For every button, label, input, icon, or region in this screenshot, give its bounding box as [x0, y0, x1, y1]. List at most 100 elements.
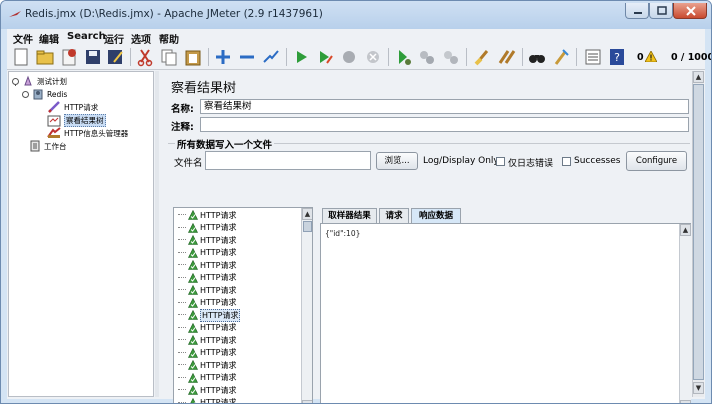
tab-request[interactable]: 请求 [379, 208, 409, 223]
result-row[interactable]: HTTP请求 [174, 297, 300, 309]
comment-field[interactable] [200, 117, 689, 132]
result-row[interactable]: HTTP请求 [174, 397, 300, 404]
result-label: HTTP请求 [200, 285, 237, 295]
tree-connector [178, 276, 186, 279]
log-display-label: Log/Display Only: [423, 156, 502, 166]
copy-icon[interactable] [159, 47, 179, 67]
listener-icon [47, 115, 61, 126]
clear-all-icon[interactable] [497, 47, 517, 67]
split-pane-divider[interactable] [155, 71, 159, 397]
menu-search[interactable]: Search [67, 31, 106, 42]
result-row[interactable]: HTTP请求 [174, 322, 300, 334]
scroll-down-button[interactable]: ▼ [693, 382, 704, 394]
panel-scrollbar[interactable]: ▲ ▼ [692, 71, 704, 397]
result-row[interactable]: HTTP请求 [174, 384, 300, 396]
scroll-up-button[interactable]: ▲ [680, 224, 691, 236]
result-row[interactable]: HTTP请求 [174, 284, 300, 296]
collapse-icon[interactable] [237, 47, 257, 67]
tree-node-view-results-tree[interactable]: 察看结果树 [47, 114, 106, 127]
tree-node-workbench[interactable]: 工作台 [29, 140, 67, 152]
result-row[interactable]: HTTP请求 [174, 334, 300, 346]
result-row[interactable]: HTTP请求 [174, 272, 300, 284]
tree-node-header-manager[interactable]: HTTP信息头管理器 [47, 127, 128, 139]
reset-search-icon[interactable] [551, 47, 571, 67]
result-row[interactable]: HTTP请求 [174, 372, 300, 384]
search-icon[interactable] [527, 47, 547, 67]
save-as-icon[interactable] [105, 47, 125, 67]
result-label: HTTP请求 [200, 223, 237, 232]
toggle-icon[interactable] [261, 47, 281, 67]
stop-icon[interactable] [339, 47, 359, 67]
tree-node-redis[interactable]: Redis [21, 88, 67, 100]
result-row[interactable]: HTTP请求 [174, 308, 300, 322]
menu-run[interactable]: 运行 [104, 31, 124, 46]
scroll-up-button[interactable]: ▲ [302, 208, 312, 220]
result-row[interactable]: HTTP请求 [174, 347, 300, 359]
result-row[interactable]: HTTP请求 [174, 359, 300, 371]
response-body[interactable]: {"id":10} [325, 229, 360, 238]
menu-file[interactable]: 文件 [13, 31, 33, 46]
result-row[interactable]: HTTP请求 [174, 247, 300, 259]
tree-connector [178, 364, 186, 366]
success-status-icon [188, 322, 198, 333]
paste-icon[interactable] [183, 47, 203, 67]
name-field[interactable]: 察看结果树 [200, 99, 689, 114]
result-row[interactable]: HTTP请求 [174, 222, 300, 234]
maximize-button[interactable] [649, 3, 673, 19]
successes-checkbox[interactable] [562, 157, 571, 166]
close-file-icon[interactable] [59, 47, 79, 67]
tree-node-label: HTTP请求 [64, 102, 99, 112]
filename-input[interactable] [205, 151, 371, 170]
result-label: HTTP请求 [200, 398, 237, 404]
success-status-icon [188, 347, 198, 358]
remote-stop-icon[interactable] [417, 47, 437, 67]
page-title: 察看结果树 [171, 81, 237, 96]
result-row[interactable]: HTTP请求 [174, 209, 300, 221]
result-row[interactable]: HTTP请求 [174, 259, 300, 271]
result-row[interactable]: HTTP请求 [174, 234, 300, 246]
success-status-icon [188, 385, 198, 395]
browse-button[interactable]: 浏览... [376, 152, 418, 170]
list-scrollbar[interactable]: ▲ ▼ [301, 208, 312, 403]
tree-node-test-plan[interactable]: 测试计划 [11, 75, 67, 87]
title-bar[interactable]: Redis.jmx (D:\Redis.jmx) - Apache JMeter… [1, 1, 711, 29]
start-no-pause-icon[interactable] [315, 47, 335, 67]
response-scrollbar[interactable]: ▲ ▼ [679, 224, 691, 403]
start-icon[interactable] [291, 47, 311, 67]
expand-icon[interactable] [213, 47, 233, 67]
function-helper-icon[interactable] [583, 47, 603, 67]
jmeter-window: Redis.jmx (D:\Redis.jmx) - Apache JMeter… [0, 0, 712, 404]
scroll-down-button[interactable]: ▼ [302, 400, 312, 403]
scroll-up-button[interactable]: ▲ [693, 71, 704, 83]
toolbar-separator [466, 48, 467, 66]
scroll-down-button[interactable]: ▼ [680, 400, 691, 403]
configure-button[interactable]: Configure [626, 151, 687, 171]
menu-help[interactable]: 帮助 [159, 31, 179, 46]
list-scroll-thumb[interactable] [303, 221, 312, 232]
clear-icon[interactable] [473, 47, 493, 67]
tab-response-data[interactable]: 响应数据 [411, 208, 461, 224]
help-icon[interactable]: ? [607, 47, 627, 67]
close-window-button[interactable] [673, 3, 707, 19]
remote-start-icon[interactable] [393, 47, 413, 67]
tree-expand-icon[interactable] [11, 77, 20, 86]
minimize-button[interactable] [625, 3, 649, 19]
menu-options[interactable]: 选项 [131, 31, 151, 46]
save-icon[interactable] [83, 47, 103, 67]
errors-only-checkbox[interactable] [496, 157, 505, 166]
tree-node-http-request[interactable]: HTTP请求 [47, 101, 98, 113]
result-label: HTTP请求 [200, 298, 237, 307]
cut-icon[interactable] [135, 47, 155, 67]
result-label: HTTP请求 [200, 360, 237, 370]
new-icon[interactable] [11, 47, 31, 67]
remote-shutdown-icon[interactable] [441, 47, 461, 67]
toolbar-separator [286, 48, 287, 66]
tab-sampler-result[interactable]: 取样器结果 [322, 208, 377, 223]
tree-expand-icon[interactable] [21, 90, 30, 99]
open-icon[interactable] [35, 47, 55, 67]
menu-edit[interactable]: 编辑 [39, 31, 59, 46]
client-area: 文件 编辑 Search 运行 选项 帮助 ? 0 0 / 1000 测试计划 … [7, 29, 711, 403]
shutdown-icon[interactable] [363, 47, 383, 67]
toolbar-separator [208, 48, 209, 66]
panel-scroll-thumb[interactable] [693, 84, 704, 380]
